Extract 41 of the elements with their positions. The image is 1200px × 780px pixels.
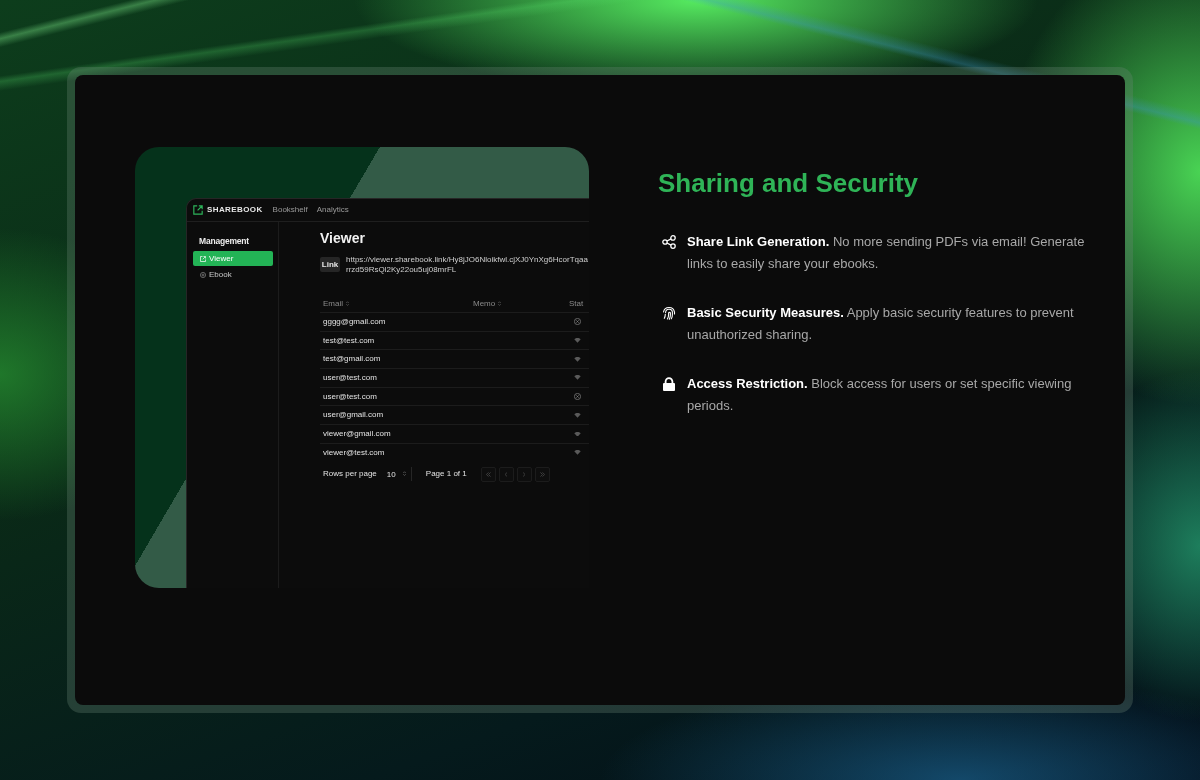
- page-info: Page 1 of 1: [425, 469, 467, 479]
- double-chevron-right-icon: [539, 471, 545, 477]
- feature-description: Access Restriction. Block access for users or set specific viewing periods.: [687, 375, 1073, 415]
- rows-per-page-select[interactable]: 10: [381, 467, 412, 481]
- feature-description: Basic Security Measures. Apply basic security features to prevent unauthorized sharing.: [687, 304, 1075, 344]
- ring-icon: [200, 271, 206, 278]
- table-cell-text: viewer@gmail.com: [322, 428, 391, 439]
- sidebar-item[interactable]: Ebook: [193, 267, 273, 282]
- share-icon: [662, 235, 676, 249]
- page-title: Viewer: [320, 230, 365, 246]
- feature-description: Share Link Generation. No more sending PDFs via email! Generate links to easily share your ebooks.: [687, 233, 1086, 273]
- column-header[interactable]: Stat: [566, 299, 584, 309]
- table-cell-text: viewer@test.com: [322, 447, 385, 458]
- column-header[interactable]: Email: [320, 299, 349, 309]
- first-page-button[interactable]: [480, 466, 496, 482]
- double-chevron-left-icon: [485, 471, 491, 477]
- square-arrow-icon: [200, 255, 206, 262]
- link-tag: Link: [320, 257, 340, 272]
- table-cell-text: user@gmail.com: [322, 410, 384, 421]
- sort-icon: [346, 301, 349, 307]
- table-cell-text: test@gmail.com: [322, 354, 381, 365]
- logo-wordmark: SHAREBOOK: [207, 205, 263, 215]
- table-cell-text: user@test.com: [322, 372, 377, 383]
- previous-page-button[interactable]: [498, 466, 514, 482]
- url-text: https://viewer.sharebook.link/Hy8jJO6Nloikfwl.cjXJ0YnXg6HcorTqaarrzd59RsQl2Ky22ou5uj08mrFL: [346, 255, 589, 274]
- table-cell-text: test@test.com: [322, 335, 375, 346]
- nav-link[interactable]: Bookshelf: [272, 205, 308, 215]
- column-header[interactable]: Memo: [470, 299, 502, 309]
- updown-icon: [402, 471, 406, 477]
- rows-per-page-label: Rows per page: [323, 469, 377, 479]
- section-title: Sharing and Security: [658, 168, 919, 198]
- next-page-button[interactable]: [516, 466, 532, 482]
- square-arrow-icon: [193, 205, 203, 215]
- sort-icon: [498, 301, 502, 307]
- nav-link[interactable]: Analytics: [316, 205, 349, 215]
- table-cell-text: user@test.com: [322, 391, 377, 402]
- fingerprint-icon: [662, 306, 676, 320]
- table-cell-text: gggg@gmail.com: [322, 316, 386, 327]
- lock-icon: [663, 377, 675, 391]
- last-page-button[interactable]: [534, 466, 550, 482]
- sidebar-heading: Management: [199, 236, 249, 247]
